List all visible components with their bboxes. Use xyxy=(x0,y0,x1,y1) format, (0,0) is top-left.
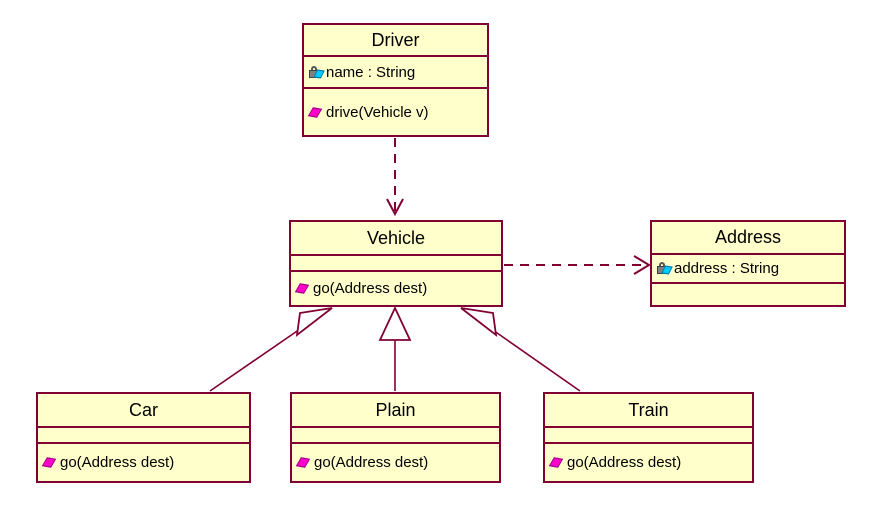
connector-driver-vehicle xyxy=(386,138,404,217)
uml-class-driver[interactable]: Driver name : String drive(Vehicle v) xyxy=(302,23,489,137)
methods-compartment-vehicle: go(Address dest) xyxy=(291,272,501,305)
public-method-icon xyxy=(294,281,312,296)
methods-compartment-train: go(Address dest) xyxy=(545,444,752,481)
attributes-compartment-address: address : String xyxy=(652,255,844,284)
connector-vehicle-address xyxy=(504,255,651,275)
attributes-compartment-vehicle xyxy=(291,256,501,272)
methods-compartment-plain: go(Address dest) xyxy=(292,444,499,481)
attribute-label: address : String xyxy=(674,260,780,277)
attributes-compartment-plain xyxy=(292,428,499,444)
hollow-triangle-icon xyxy=(460,307,498,338)
public-method-icon xyxy=(41,455,59,470)
generalization-line xyxy=(489,327,581,392)
methods-compartment-driver: drive(Vehicle v) xyxy=(304,89,487,135)
public-method-icon xyxy=(307,105,325,120)
class-name-vehicle: Vehicle xyxy=(291,222,501,256)
public-method-icon xyxy=(295,455,313,470)
method-label: drive(Vehicle v) xyxy=(326,103,429,121)
uml-class-vehicle[interactable]: Vehicle go(Address dest) xyxy=(289,220,503,307)
open-arrowhead-icon xyxy=(386,198,404,217)
method-label: go(Address dest) xyxy=(314,454,429,471)
method-label: go(Address dest) xyxy=(60,454,175,471)
connector-car-vehicle xyxy=(209,307,333,392)
generalization-line xyxy=(209,326,304,392)
methods-compartment-address xyxy=(652,284,844,305)
class-name-plain: Plain xyxy=(292,394,499,428)
attributes-compartment-train xyxy=(545,428,752,444)
uml-class-address[interactable]: Address address : String xyxy=(650,220,846,307)
open-arrowhead-icon xyxy=(633,255,651,275)
connector-plain-vehicle xyxy=(378,305,412,391)
method-label: go(Address dest) xyxy=(567,454,682,471)
methods-compartment-car: go(Address dest) xyxy=(38,444,249,481)
uml-class-plain[interactable]: Plain go(Address dest) xyxy=(290,392,501,483)
hollow-triangle-icon xyxy=(378,305,412,341)
attributes-compartment-car xyxy=(38,428,249,444)
class-name-train: Train xyxy=(545,394,752,428)
private-attribute-icon xyxy=(308,65,325,80)
attributes-compartment-driver: name : String xyxy=(304,57,487,89)
public-method-icon xyxy=(548,455,566,470)
private-attribute-icon xyxy=(656,261,673,276)
attribute-label: name : String xyxy=(326,63,416,81)
class-name-car: Car xyxy=(38,394,249,428)
uml-diagram-canvas: Driver name : String drive(Vehicle v) Ve… xyxy=(0,0,888,510)
method-label: go(Address dest) xyxy=(313,280,428,297)
class-name-driver: Driver xyxy=(304,25,487,57)
uml-class-car[interactable]: Car go(Address dest) xyxy=(36,392,251,483)
class-name-address: Address xyxy=(652,222,844,255)
connector-train-vehicle xyxy=(460,307,581,392)
uml-class-train[interactable]: Train go(Address dest) xyxy=(543,392,754,483)
hollow-triangle-icon xyxy=(295,307,333,338)
